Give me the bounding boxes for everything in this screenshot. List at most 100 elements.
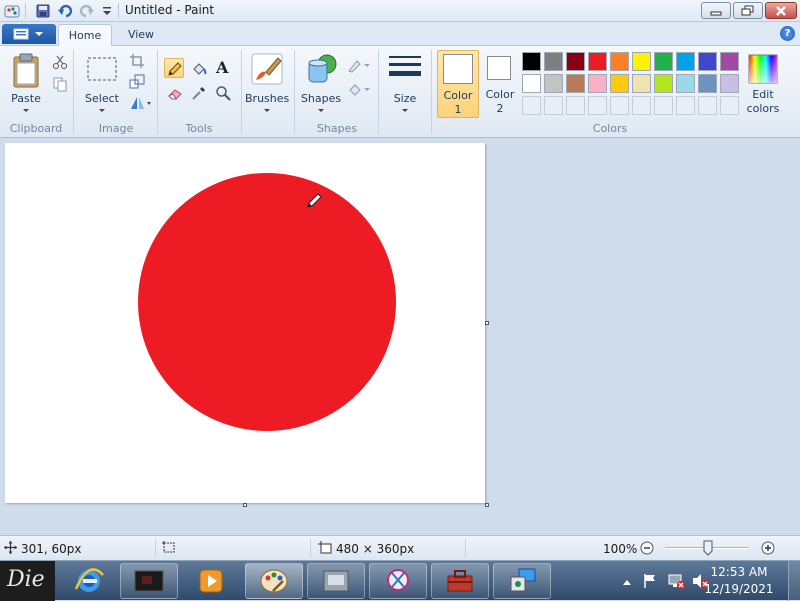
tab-view[interactable]: View [116,24,166,46]
ribbon-separator [294,50,295,134]
color1-label: Color [443,89,473,102]
cut-button[interactable] [49,51,69,71]
image-group-label: Image [98,122,134,135]
palette-swatch[interactable] [720,74,739,93]
shapes-button[interactable]: Shapes [299,50,343,116]
network-status-icon[interactable] [667,573,685,592]
palette-swatch[interactable] [588,74,607,93]
palette-custom-swatch[interactable] [698,96,717,115]
fill-tool-button[interactable] [188,58,208,78]
palette-custom-swatch[interactable] [720,96,739,115]
size-button[interactable]: Size [384,50,426,116]
palette-swatch[interactable] [632,74,651,93]
color2-label: Color [485,88,515,101]
palette-swatch[interactable] [720,52,739,71]
quick-access-dropdown-icon[interactable] [99,3,115,19]
show-desktop-button[interactable] [788,561,800,601]
palette-swatch[interactable] [632,52,651,71]
zoom-slider-thumb[interactable] [703,540,713,559]
resize-handle-bottom[interactable] [243,503,247,507]
eraser-tool-button[interactable] [164,82,184,102]
palette-swatch[interactable] [654,52,673,71]
copy-button[interactable] [49,73,69,93]
paste-dropdown-icon [23,109,29,112]
taskbar-internet-explorer[interactable] [60,563,118,599]
close-button[interactable] [765,2,797,19]
action-center-flag-icon[interactable] [642,573,658,592]
color1-button[interactable]: Color 1 [437,50,479,118]
palette-custom-swatch[interactable] [676,96,695,115]
brushes-button[interactable]: Brushes [245,50,289,116]
minimize-button[interactable] [701,2,731,19]
palette-swatch[interactable] [698,52,717,71]
palette-custom-swatch[interactable] [610,96,629,115]
taskbar-app-window[interactable] [307,563,365,599]
clock-date[interactable]: 12/19/2021 [704,582,774,596]
palette-swatch[interactable] [544,74,563,93]
taskbar-toolbox-app[interactable] [431,563,489,599]
palette-swatch[interactable] [566,52,585,71]
palette-swatch[interactable] [654,74,673,93]
palette-swatch[interactable] [698,74,717,93]
edit-colors-button[interactable]: Edit colors [743,50,783,118]
palette-custom-swatch[interactable] [522,96,541,115]
save-icon[interactable] [35,3,51,19]
taskbar-network-app[interactable] [493,563,551,599]
status-separator [155,539,156,557]
zoom-level-text: 100% [603,542,638,556]
magnifier-tool-button[interactable] [212,82,232,102]
paste-label: Paste [11,92,41,105]
resize-button[interactable] [126,71,146,91]
taskbar: Die 12:53 AM 12/19/2021 [0,560,800,601]
clock-time[interactable]: 12:53 AM [704,565,774,579]
help-icon[interactable]: ? [780,26,795,41]
taskbar-paint[interactable] [245,563,303,599]
taskbar-window-dark-app[interactable] [120,563,178,599]
tab-home[interactable]: Home [58,24,112,46]
zoom-in-button[interactable] [761,541,775,558]
taskbar-media-player[interactable] [182,563,240,599]
palette-swatch[interactable] [610,52,629,71]
paint-menu-button[interactable] [2,24,56,44]
palette-swatch[interactable] [610,74,629,93]
undo-icon[interactable] [57,3,73,19]
color2-number: 2 [496,102,504,115]
palette-swatch[interactable] [588,52,607,71]
palette-swatch[interactable] [676,52,695,71]
palette-custom-swatch[interactable] [566,96,585,115]
paint-app-icon[interactable] [4,3,20,19]
rotate-button[interactable] [126,92,152,112]
window-title: Untitled - Paint [125,3,215,17]
start-logo-text: Die [7,567,45,592]
show-hidden-icons-button[interactable] [622,576,632,589]
palette-swatch[interactable] [544,52,563,71]
brushes-dropdown-icon [264,109,270,112]
paste-button[interactable]: Paste [6,50,46,116]
start-button[interactable]: Die [0,561,55,601]
fill-shape-button[interactable] [344,78,372,98]
palette-swatch[interactable] [676,74,695,93]
drawing-canvas[interactable] [5,143,485,503]
palette-custom-swatch[interactable] [588,96,607,115]
pencil-tool-button[interactable] [164,58,184,78]
restore-button[interactable] [733,2,763,19]
cursor-position-icon [4,541,17,557]
text-tool-button[interactable]: A [212,58,232,78]
palette-swatch[interactable] [566,74,585,93]
resize-handle-right[interactable] [485,321,489,325]
taskbar-snipping-tool[interactable] [369,563,427,599]
palette-custom-swatch[interactable] [632,96,651,115]
resize-handle-corner[interactable] [485,503,489,507]
color-picker-tool-button[interactable] [188,82,208,102]
palette-custom-swatch[interactable] [544,96,563,115]
redo-icon[interactable] [79,3,95,19]
palette-custom-swatch[interactable] [654,96,673,115]
palette-swatch[interactable] [522,52,541,71]
outline-button[interactable] [344,54,372,74]
palette-swatch[interactable] [522,74,541,93]
color2-button[interactable]: Color 2 [482,50,518,118]
zoom-out-button[interactable] [640,541,654,558]
crop-button[interactable] [126,50,146,70]
select-button[interactable]: Select [82,50,122,116]
edit-colors-label-line2: colors [746,102,780,115]
